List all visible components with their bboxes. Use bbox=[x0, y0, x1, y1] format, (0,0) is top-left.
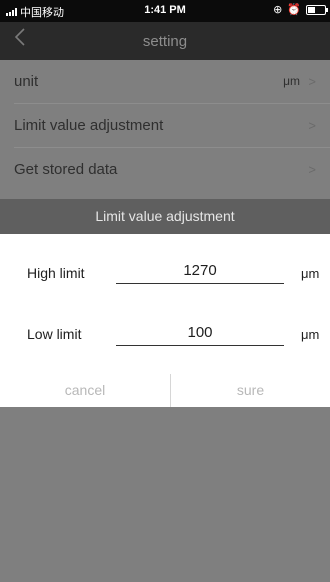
chevron-right-icon: > bbox=[308, 74, 316, 89]
setting-row-limit-adjustment[interactable]: Limit value adjustment > bbox=[14, 104, 330, 148]
setting-value: μm bbox=[283, 74, 300, 88]
nav-title: setting bbox=[142, 33, 188, 50]
setting-label: Get stored data bbox=[14, 161, 118, 178]
alarm-icon: ⏰ bbox=[287, 4, 301, 16]
setting-row-unit[interactable]: unit μm > bbox=[14, 60, 330, 104]
setting-label: unit bbox=[14, 73, 39, 90]
setting-label: Limit value adjustment bbox=[14, 117, 164, 134]
status-icons: ⊕ ⏰ bbox=[273, 3, 328, 16]
battery-icon bbox=[306, 4, 328, 15]
cancel-button[interactable]: cancel bbox=[0, 374, 170, 407]
low-limit-input[interactable] bbox=[116, 324, 284, 346]
limit-dialog: High limit μm Low limit μm cancel sure bbox=[0, 234, 330, 407]
dialog-actions: cancel sure bbox=[0, 374, 330, 407]
setting-row-stored-data[interactable]: Get stored data > bbox=[14, 148, 330, 191]
sure-button[interactable]: sure bbox=[171, 374, 330, 407]
high-limit-label: High limit bbox=[27, 265, 85, 281]
chevron-right-icon: > bbox=[308, 162, 316, 177]
nav-bar: setting bbox=[0, 22, 330, 60]
settings-list: unit μm > Limit value adjustment > Get s… bbox=[0, 60, 330, 191]
low-limit-unit: μm bbox=[301, 327, 320, 342]
dialog-title: Limit value adjustment bbox=[0, 199, 330, 234]
high-limit-unit: μm bbox=[301, 266, 320, 281]
chevron-right-icon: > bbox=[308, 118, 316, 133]
low-limit-label: Low limit bbox=[27, 326, 82, 342]
status-bar: 中国移动 1:41 PM ⊕ ⏰ bbox=[0, 0, 330, 22]
high-limit-input[interactable] bbox=[116, 262, 284, 284]
location-icon: ⊕ bbox=[273, 4, 283, 16]
